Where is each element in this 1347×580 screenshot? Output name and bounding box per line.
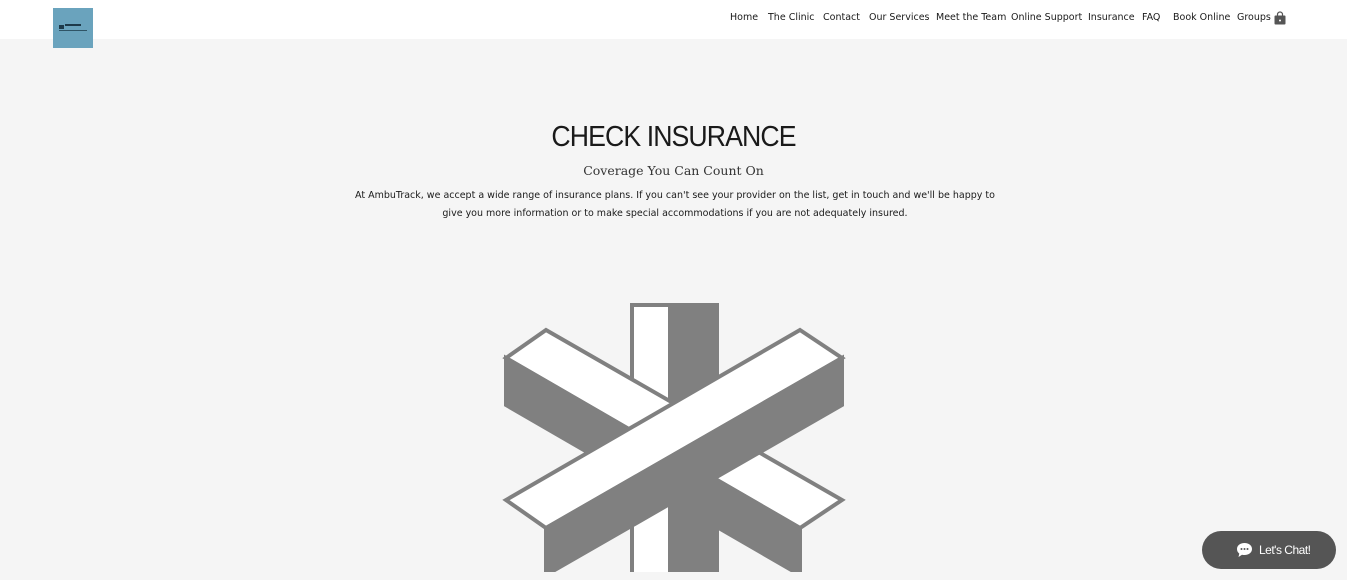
logo-wordmark: [65, 24, 81, 26]
nav-item-contact[interactable]: Contact: [823, 12, 860, 24]
logo-tagline: [59, 30, 87, 31]
site-logo[interactable]: [53, 8, 93, 48]
nav-item-groups[interactable]: Groups: [1237, 12, 1271, 24]
nav-item-our-services[interactable]: Our Services: [869, 12, 929, 24]
medical-star-icon: [502, 303, 846, 572]
page-title: CHECK INSURANCE: [551, 121, 796, 153]
nav-item-home[interactable]: Home: [730, 12, 758, 24]
nav-item-the-clinic[interactable]: The Clinic: [768, 12, 814, 24]
nav-item-online-support[interactable]: Online Support: [1011, 12, 1082, 24]
lets-chat-button[interactable]: Let's Chat!: [1202, 531, 1336, 569]
site-header: Home The Clinic Contact Our Services Mee…: [0, 0, 1347, 48]
shopping-bag-icon[interactable]: [1274, 11, 1286, 25]
nav-item-book-online[interactable]: Book Online: [1173, 12, 1230, 24]
nav-item-insurance[interactable]: Insurance: [1088, 12, 1135, 24]
page-subtitle: Coverage You Can Count On: [583, 163, 764, 178]
logo-mark-icon: [59, 25, 64, 29]
chat-button-label: Let's Chat!: [1259, 543, 1311, 557]
chat-bubble-icon: [1237, 543, 1252, 557]
nav-item-meet-the-team[interactable]: Meet the Team: [936, 12, 1006, 24]
nav-item-faq[interactable]: FAQ: [1142, 12, 1160, 24]
page-description: At AmbuTrack, we accept a wide range of …: [355, 190, 995, 219]
